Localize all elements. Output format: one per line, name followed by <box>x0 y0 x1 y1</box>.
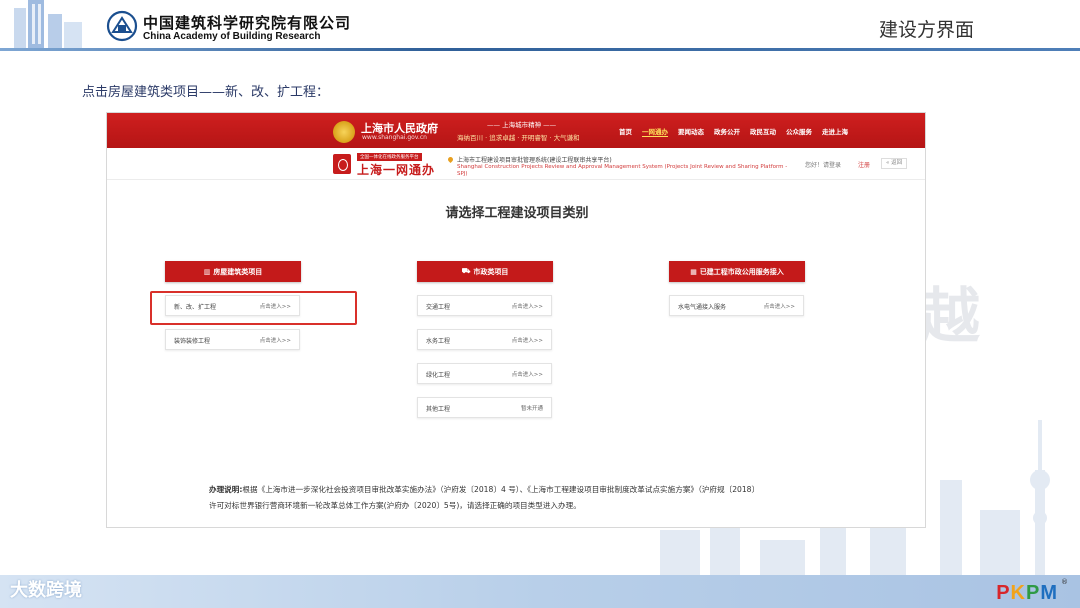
brush-decoration: 越 <box>920 282 980 352</box>
item-name: 水务工程 <box>426 338 451 345</box>
gov-banner: 上海市人民政府 www.shanghai.gov.cn —— 上海城市精神 ——… <box>107 113 925 148</box>
category-header-utilities[interactable]: ▦ 已建工程市政公用服务接入 <box>669 261 805 282</box>
category-title: 房屋建筑类项目 <box>213 267 263 276</box>
notice-label: 办理说明: <box>209 485 243 494</box>
brand-letter: P <box>1025 582 1041 604</box>
road-icon: ⛟ <box>461 267 471 275</box>
notice-text-1: 根据《上海市进一步深化社会投资项目审批改革实施办法》（沪府发〔2018〕4 号）… <box>242 485 760 494</box>
header-divider <box>0 48 1080 51</box>
category-item: 其他工程 暂未开通 <box>417 397 552 418</box>
org-name-cn: 中国建筑科学研究院有限公司 <box>143 14 352 32</box>
item-name: 其他工程 <box>426 406 451 413</box>
category-item[interactable]: 交通工程 点击进入>> <box>417 295 552 316</box>
onenet-name[interactable]: 上海一网通办 <box>357 161 435 178</box>
item-enter-link[interactable]: 点击进入>> <box>512 370 543 378</box>
item-name: 水电气通接入服务 <box>678 304 727 311</box>
gov-nav-item[interactable]: 政民互动 <box>750 126 776 137</box>
city-spirit-title: —— 上海城市精神 —— <box>487 121 557 129</box>
gov-nav-item[interactable]: 首页 <box>619 126 632 137</box>
category-item[interactable]: 绿化工程 点击进入>> <box>417 363 552 384</box>
category-item[interactable]: 装饰装修工程 点击进入>> <box>165 329 300 350</box>
site-screenshot: 上海市人民政府 www.shanghai.gov.cn —— 上海城市精神 ——… <box>106 112 926 528</box>
register-link[interactable]: 注册 <box>858 160 870 169</box>
brand-letter: P <box>996 582 1011 604</box>
system-name-cn: 上海市工程建设项目审批管理系统(建设工程联审共享平台) <box>457 157 612 164</box>
category-item[interactable]: 水电气通接入服务 点击进入>> <box>669 295 804 316</box>
highlight-annotation <box>150 291 357 325</box>
category-title: 市政类项目 <box>473 267 509 276</box>
item-enter-link[interactable]: 点击进入>> <box>512 336 543 344</box>
login-link[interactable]: 您好！请登录 <box>805 160 841 169</box>
slide-header: 中国建筑科学研究院有限公司 China Academy of Building … <box>0 0 1080 50</box>
gov-nav-item[interactable]: 政务公开 <box>714 126 740 137</box>
watermark-text: 大数跨境 <box>10 580 82 601</box>
item-enter-link[interactable]: 点击进入>> <box>764 302 795 310</box>
back-button[interactable]: « 返回 <box>881 158 908 169</box>
category-header-municipal[interactable]: ⛟ 市政类项目 <box>417 261 553 282</box>
item-name: 绿化工程 <box>426 372 451 379</box>
category-header-building[interactable]: ▥ 房屋建筑类项目 <box>165 261 301 282</box>
building-icon: ▥ <box>203 267 211 276</box>
instruction-text: 点击房屋建筑类项目——新、改、扩工程： <box>82 85 330 100</box>
onenet-bar: 全国一体化在线政务服务平台 上海一网通办 上海市工程建设项目审批管理系统(建设工… <box>107 148 925 180</box>
gov-nav: 首页 一网通办 要闻动态 政务公开 政民互动 公众服务 走进上海 <box>619 126 848 137</box>
gov-nav-item[interactable]: 公众服务 <box>786 126 812 137</box>
system-name-en: Shanghai Construction Projects Review an… <box>457 164 788 177</box>
registered-mark: ® <box>1061 578 1068 586</box>
item-enter-link[interactable]: 点击进入>> <box>260 336 291 344</box>
city-buildings-icon <box>14 0 82 48</box>
category-title: 已建工程市政公用服务接入 <box>699 267 784 276</box>
slide-title: 建设方界面 <box>878 19 974 41</box>
pipe-icon: ▦ <box>690 267 697 276</box>
bottom-band <box>0 575 1080 608</box>
city-spirit-slogan: 海纳百川 · 追求卓越 · 开明睿智 · 大气谦和 <box>457 134 580 142</box>
onenet-emblem-icon <box>333 154 351 174</box>
category-heading: 请选择工程建设项目类别 <box>445 206 589 221</box>
item-enter-link[interactable]: 点击进入>> <box>512 302 543 310</box>
back-label: 返回 <box>891 160 903 166</box>
category-item[interactable]: 水务工程 点击进入>> <box>417 329 552 350</box>
org-name-en: China Academy of Building Research <box>143 31 321 42</box>
onenet-platform-tag: 全国一体化在线政务服务平台 <box>357 153 422 161</box>
brand-letter: M <box>1040 582 1058 604</box>
watermark-logo: 大数跨境 <box>10 576 82 602</box>
handling-notice: 办理说明:根据《上海市进一步深化社会投资项目审批改革实施办法》（沪府发〔2018… <box>209 482 925 514</box>
item-name: 交通工程 <box>426 304 451 311</box>
brand-letter: K <box>1010 582 1026 604</box>
gov-nav-item[interactable]: 要闻动态 <box>678 126 704 137</box>
pkpm-logo: PKPM <box>996 582 1058 604</box>
cabr-logo-icon <box>106 10 138 42</box>
item-status: 暂未开通 <box>520 406 543 412</box>
location-pin-icon <box>446 155 455 164</box>
gov-nav-item[interactable]: 走进上海 <box>822 126 848 137</box>
gov-nav-item[interactable]: 一网通办 <box>642 126 668 137</box>
gov-url: www.shanghai.gov.cn <box>362 134 427 141</box>
notice-line-2: 许可对标世界银行营商环境新一轮改革总体工作方案(沪府办〔2020〕5号)，请选择… <box>209 501 581 510</box>
gov-emblem-icon <box>333 121 355 143</box>
item-name: 装饰装修工程 <box>174 338 211 345</box>
notice-line-1: 办理说明:根据《上海市进一步深化社会投资项目审批改革实施办法》（沪府发〔2018… <box>209 482 925 498</box>
